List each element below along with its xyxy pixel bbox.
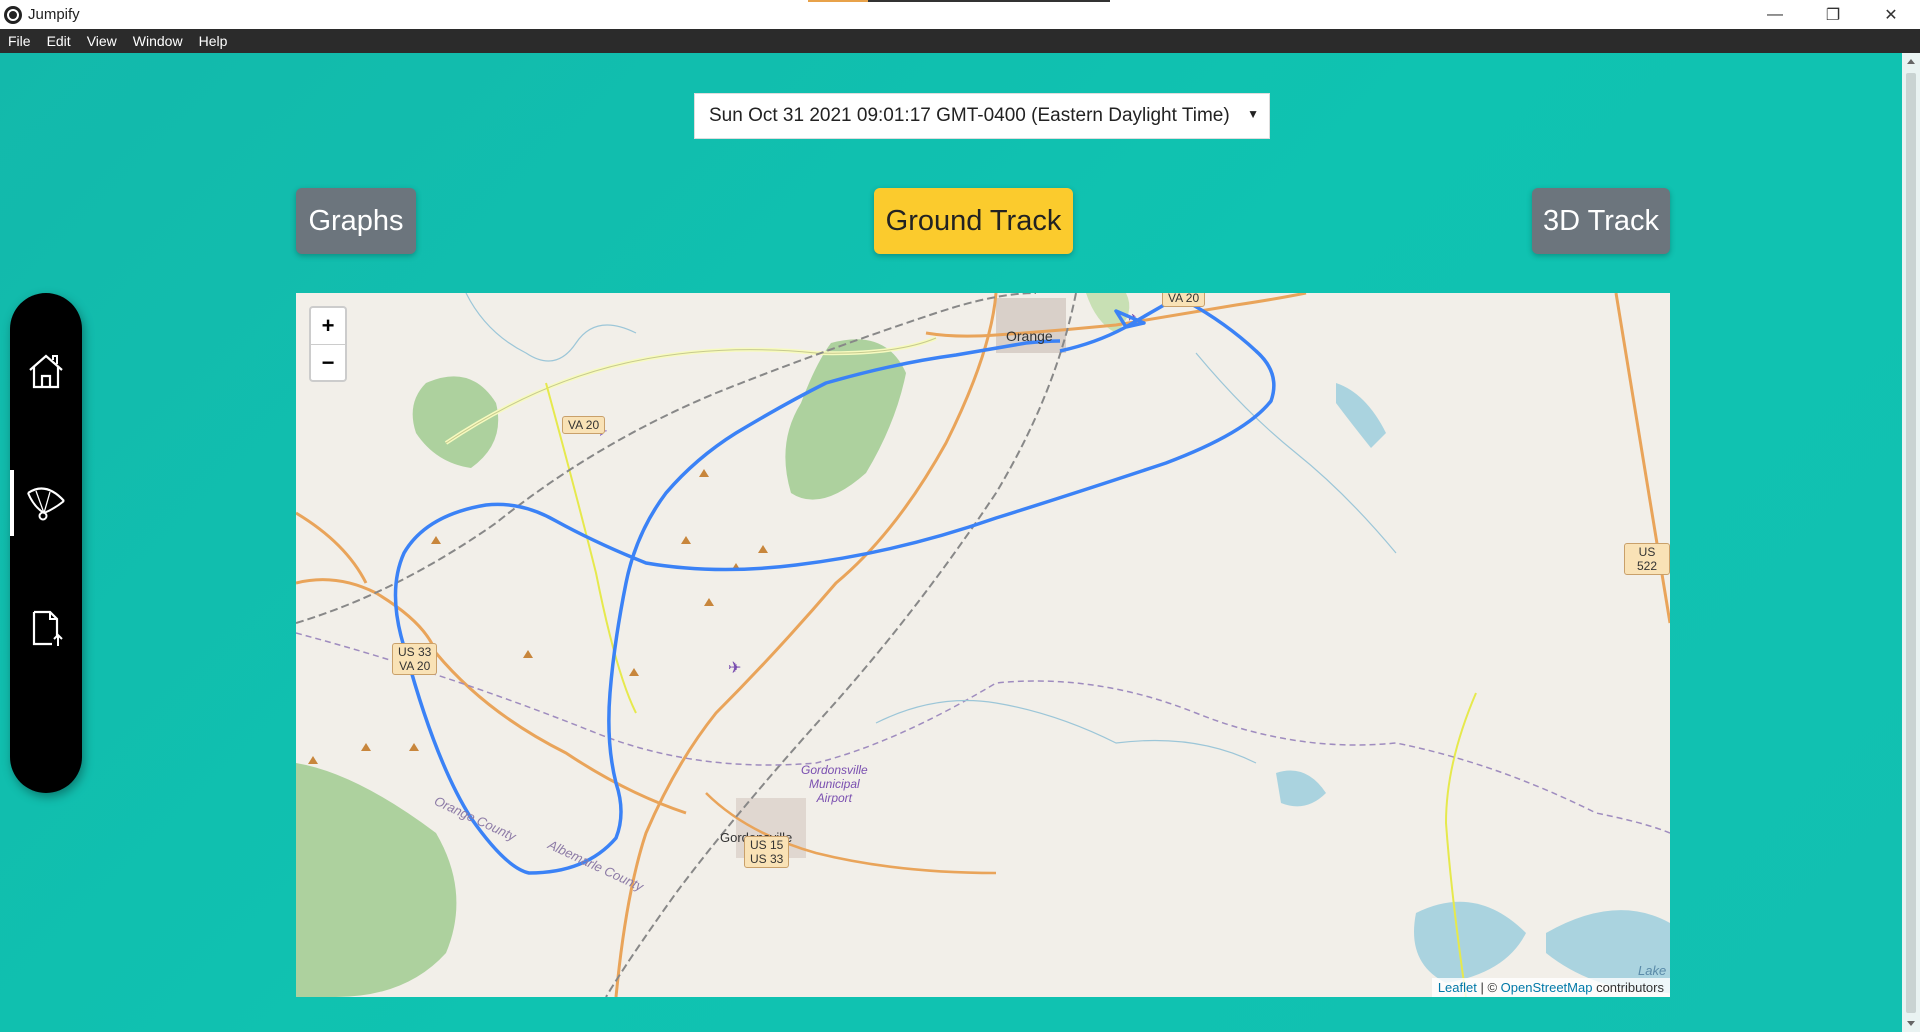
ground-track-line — [393, 296, 1276, 875]
scroll-down-icon[interactable] — [1907, 1021, 1915, 1026]
shield-us33-va20: US 33 VA 20 — [392, 643, 438, 675]
shield-us15-us33: US 15 US 33 — [744, 836, 790, 868]
ground-track-map[interactable]: ✈ ✈ ✈ Orange Gordonsville Gordonsville M… — [296, 293, 1670, 997]
vertical-scrollbar[interactable] — [1902, 53, 1920, 1032]
sidebar-item-upload[interactable] — [10, 595, 82, 661]
sidebar — [10, 293, 82, 793]
zoom-out-button[interactable]: − — [311, 345, 345, 381]
ground-track-button[interactable]: Ground Track — [874, 188, 1073, 254]
shield-va20-top: VA 20 — [1162, 293, 1206, 307]
menu-view[interactable]: View — [79, 33, 125, 49]
place-lake: Lake — [1638, 963, 1667, 978]
osm-link[interactable]: OpenStreetMap — [1501, 980, 1593, 995]
shield-va20: VA 20 — [562, 416, 606, 434]
place-orange: Orange — [1006, 328, 1053, 344]
title-accent — [808, 0, 1110, 2]
window-title: Jumpify — [28, 6, 80, 23]
menu-bar: File Edit View Window Help — [0, 29, 1920, 53]
flight-date-value: Sun Oct 31 2021 09:01:17 GMT-0400 (Easte… — [709, 105, 1230, 126]
menu-window[interactable]: Window — [125, 33, 191, 49]
flight-date-select[interactable]: Sun Oct 31 2021 09:01:17 GMT-0400 (Easte… — [694, 93, 1270, 139]
sidebar-item-home[interactable] — [10, 338, 82, 404]
zoom-in-button[interactable]: + — [311, 308, 345, 345]
sidebar-item-flight[interactable] — [10, 470, 82, 536]
close-button[interactable]: ✕ — [1862, 0, 1920, 29]
home-icon — [29, 354, 63, 389]
title-bar: Jumpify — ❐ ✕ — [0, 0, 1920, 29]
menu-help[interactable]: Help — [191, 33, 236, 49]
file-upload-icon — [32, 610, 63, 646]
3d-track-button[interactable]: 3D Track — [1532, 188, 1670, 254]
scroll-up-icon[interactable] — [1907, 59, 1915, 64]
menu-file[interactable]: File — [0, 33, 39, 49]
scroll-thumb[interactable] — [1906, 73, 1916, 1013]
maximize-button[interactable]: ❐ — [1804, 0, 1862, 29]
graphs-button[interactable]: Graphs — [296, 188, 416, 254]
chevron-down-icon: ▼ — [1247, 107, 1259, 121]
map-attribution: Leaflet | © OpenStreetMap contributors — [1431, 978, 1670, 997]
main-content: Sun Oct 31 2021 09:01:17 GMT-0400 (Easte… — [0, 53, 1920, 1032]
paraglider-icon — [27, 487, 65, 521]
app-logo-icon — [4, 5, 22, 24]
leaflet-link[interactable]: Leaflet — [1438, 980, 1477, 995]
airport-label: Gordonsville Municipal Airport — [801, 763, 868, 805]
zoom-control: + − — [309, 306, 347, 382]
minimize-button[interactable]: — — [1746, 0, 1804, 29]
menu-edit[interactable]: Edit — [39, 33, 79, 49]
shield-us522: US 522 — [1624, 543, 1670, 575]
